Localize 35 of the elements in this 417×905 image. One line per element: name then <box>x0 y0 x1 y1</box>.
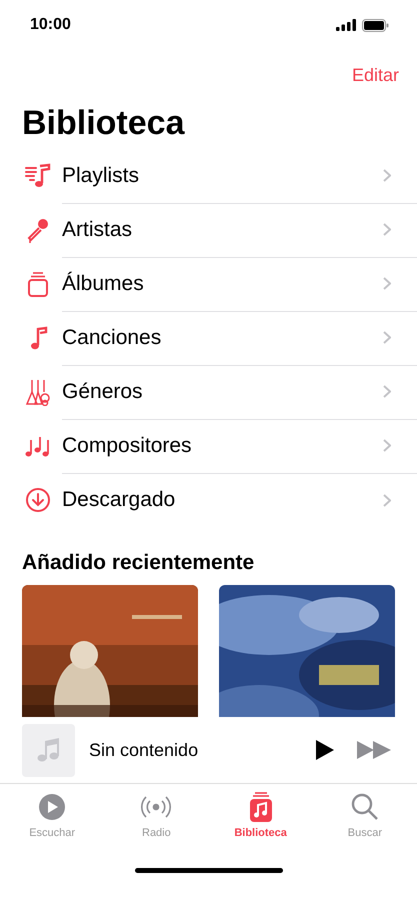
item-label: Descargado <box>62 488 176 512</box>
item-label: Playlists <box>62 164 140 188</box>
battery-icon <box>362 18 389 32</box>
library-item[interactable]: Géneros <box>0 365 417 419</box>
fast-forward-icon <box>357 740 391 760</box>
item-label: Álbumes <box>62 272 144 296</box>
playlist-icon <box>24 162 52 190</box>
page-title: Biblioteca <box>22 104 186 143</box>
tab-button[interactable]: Biblioteca <box>216 790 306 852</box>
item-label: Compositores <box>62 434 192 458</box>
section-title: Añadido recientemente <box>22 551 256 575</box>
chevron-icon <box>383 277 391 290</box>
library-item[interactable]: Artistas <box>0 203 417 257</box>
chevron-icon <box>383 439 391 452</box>
item-label: Canciones <box>62 326 162 350</box>
track-title: Sin contenido <box>89 740 200 760</box>
chevron-icon <box>383 494 391 506</box>
item-label: Artistas <box>62 218 132 242</box>
music-note-icon <box>36 737 60 763</box>
library-item[interactable]: Compositores <box>0 419 417 473</box>
signal-icon <box>336 19 356 31</box>
library-item[interactable]: Descargado <box>0 473 417 527</box>
download-icon <box>24 486 52 514</box>
chevron-icon <box>383 169 391 182</box>
status-time: 10:00 <box>30 16 71 34</box>
item-label: Géneros <box>62 380 143 404</box>
guitars-icon <box>24 378 52 406</box>
chevron-icon <box>383 385 391 398</box>
play-icon <box>315 739 335 761</box>
library-item[interactable]: Playlists <box>0 149 417 203</box>
chevron-icon <box>383 223 391 236</box>
chevron-icon <box>383 331 391 344</box>
library-item[interactable]: Canciones <box>0 311 417 365</box>
edit-button[interactable]: Editar <box>352 60 399 90</box>
library-item[interactable]: Álbumes <box>0 257 417 311</box>
